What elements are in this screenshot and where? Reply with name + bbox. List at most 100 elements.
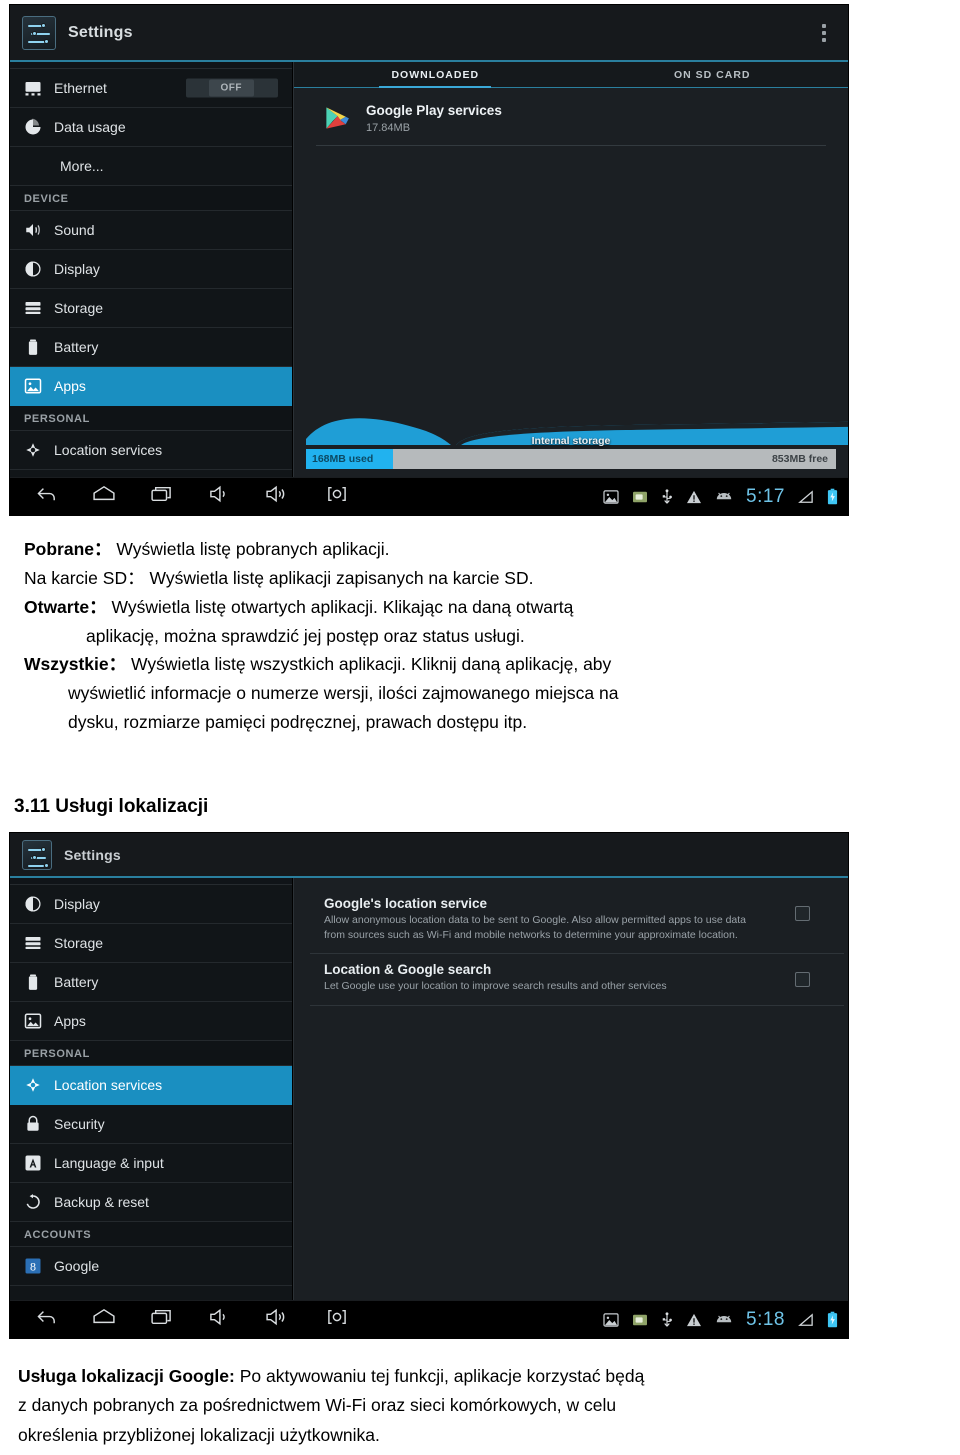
battery-icon xyxy=(24,973,42,991)
sidebar-item-language-input[interactable]: Language & input xyxy=(10,1144,292,1183)
system-navigation-bar: 5:17 xyxy=(10,477,848,515)
paragraph-wszystkie: Wszystkie： Wyświetla listę wszystkich ap… xyxy=(24,652,942,677)
sidebar-item-storage[interactable]: Storage xyxy=(10,924,292,963)
screenshot-icon[interactable] xyxy=(324,1308,350,1331)
sound-icon xyxy=(24,221,42,239)
storage-label: Internal storage xyxy=(531,435,611,447)
back-icon[interactable] xyxy=(36,1308,58,1331)
ethernet-toggle[interactable]: OFF xyxy=(208,79,254,97)
sidebar-item-label: Apps xyxy=(54,1013,86,1029)
battery-icon xyxy=(24,338,42,356)
list-item[interactable]: Google Play services 17.84MB xyxy=(316,94,826,146)
app-title: Settings xyxy=(68,23,133,41)
battery-charging-icon xyxy=(827,488,838,505)
sidebar-item-label: Sound xyxy=(54,222,95,238)
apps-tabs: DOWNLOADED ON SD CARD xyxy=(294,62,848,88)
sidebar-item-google[interactable]: 8 Google xyxy=(10,1247,292,1286)
sidebar-item-label: Display xyxy=(54,896,100,912)
sidebar-item-location-services[interactable]: Location services xyxy=(10,431,292,470)
volume-up-icon[interactable] xyxy=(264,1308,290,1331)
back-icon[interactable] xyxy=(36,485,58,508)
sidebar-item-more[interactable]: More... xyxy=(10,147,292,186)
paragraph-na-karcie-sd: Na karcie SD： Wyświetla listę aplikacji … xyxy=(24,566,942,591)
list-item-location-google-search[interactable]: Location & Google search Let Google use … xyxy=(310,954,844,1006)
storage-free-segment: 853MB free xyxy=(393,453,836,465)
app-size: 17.84MB xyxy=(366,121,411,134)
tab-on-sd-card[interactable]: ON SD CARD xyxy=(668,62,757,87)
home-icon[interactable] xyxy=(92,485,116,508)
sidebar-item-security[interactable]: Security xyxy=(10,1105,292,1144)
sidebar-section-accounts: ACCOUNTS xyxy=(10,1222,292,1247)
image-icon xyxy=(603,489,619,504)
volume-up-icon[interactable] xyxy=(264,485,290,508)
sidebar-item-data-usage[interactable]: Data usage xyxy=(10,108,292,147)
app-title: Settings xyxy=(64,846,121,863)
location-content-pane: Google's location service Allow anonymou… xyxy=(293,878,848,1300)
volume-down-icon[interactable] xyxy=(208,1308,230,1331)
sidebar-item-battery[interactable]: Battery xyxy=(10,963,292,1002)
paragraph-usluga-cont2: określenia przybliżonej lokalizacji użyt… xyxy=(18,1424,380,1445)
google-icon: 8 xyxy=(24,1257,42,1275)
paragraph-otwarte-cont: aplikację, można sprawdzić jej postęp or… xyxy=(86,625,525,646)
android-icon xyxy=(715,1314,733,1326)
sidebar-section-device: DEVICE xyxy=(10,186,292,211)
volume-down-icon[interactable] xyxy=(208,485,230,508)
android-settings-apps-screenshot: Settings Ethernet OFF Data usage More...… xyxy=(10,5,848,515)
sidebar-item-location-services[interactable]: Location services xyxy=(10,1066,292,1105)
screenshot-icon[interactable] xyxy=(324,485,350,508)
list-item-google-location-service[interactable]: Google's location service Allow anonymou… xyxy=(310,888,844,955)
sidebar-section-personal: PERSONAL xyxy=(10,406,292,431)
recents-icon[interactable] xyxy=(150,485,174,508)
sidebar-item-display[interactable]: Display xyxy=(10,885,292,924)
backup-reset-icon xyxy=(24,1193,42,1211)
text-pobrane: Wyświetla listę pobranych aplikacji. xyxy=(111,539,390,559)
text-na-karcie-sd: Wyświetla listę aplikacji zapisanych na … xyxy=(144,567,534,588)
sidebar-item-label: Apps xyxy=(54,378,86,394)
sidebar-scroll-clip xyxy=(10,878,292,885)
android-icon xyxy=(715,491,733,503)
apps-description-text: Pobrane： Wyświetla listę pobranych aplik… xyxy=(24,537,942,739)
ethernet-icon xyxy=(24,79,42,97)
overflow-menu-icon[interactable] xyxy=(822,23,826,42)
sidebar-item-label: Battery xyxy=(54,339,99,355)
google-location-service-checkbox[interactable] xyxy=(795,906,810,921)
settings-sidebar: Ethernet OFF Data usage More... DEVICE S… xyxy=(10,62,293,477)
tab-downloaded[interactable]: DOWNLOADED xyxy=(379,62,491,88)
sidebar-item-apps[interactable]: Apps xyxy=(10,1002,292,1041)
location-icon xyxy=(24,1076,42,1094)
sidebar-item-apps[interactable]: Apps xyxy=(10,367,292,406)
sidebar-item-label: Display xyxy=(54,261,100,277)
recents-icon[interactable] xyxy=(150,1308,174,1331)
usb-icon xyxy=(661,1311,673,1328)
sidebar-item-ethernet[interactable]: Ethernet OFF xyxy=(10,69,292,108)
settings-icon xyxy=(22,15,56,50)
lock-icon xyxy=(24,1115,42,1133)
storage-icon xyxy=(24,934,42,952)
text-usluga-lokalizacji: Po aktywowaniu tej funkcji, aplikacje ko… xyxy=(234,1366,645,1386)
sidebar-item-sound[interactable]: Sound xyxy=(10,211,292,250)
sidebar-item-display[interactable]: Display xyxy=(10,250,292,289)
home-icon[interactable] xyxy=(92,1308,116,1331)
location-settings-list: Google's location service Allow anonymou… xyxy=(294,878,848,1006)
sidebar-item-label: Security xyxy=(54,1116,105,1132)
warning-icon xyxy=(686,490,702,504)
setting-title: Location & Google search xyxy=(324,962,492,978)
sidebar-item-battery[interactable]: Battery xyxy=(10,328,292,367)
sidebar-item-label: Location services xyxy=(54,442,163,458)
sidebar-item-label: Language & input xyxy=(54,1155,164,1171)
sidebar-item-backup-reset[interactable]: Backup & reset xyxy=(10,1183,292,1222)
app-name: Google Play services xyxy=(366,103,502,118)
language-icon xyxy=(24,1154,42,1172)
setting-title: Google's location service xyxy=(324,896,488,911)
setting-description: Let Google use your location to improve … xyxy=(324,980,667,993)
status-icons: 5:17 xyxy=(603,478,838,515)
battery-charging-icon xyxy=(827,1311,838,1328)
storage-used-segment: 168MB used xyxy=(306,449,394,469)
settings-body: Display Storage Battery Apps PERSONAL Lo… xyxy=(10,878,848,1300)
text-otwarte: Wyświetla listę otwartych aplikacji. Kli… xyxy=(106,596,574,617)
status-clock: 5:18 xyxy=(746,1308,785,1330)
location-google-search-checkbox[interactable] xyxy=(795,972,810,988)
sidebar-item-label: Data usage xyxy=(54,119,126,135)
sidebar-item-storage[interactable]: Storage xyxy=(10,289,292,328)
sidebar-item-label: Location services xyxy=(54,1077,163,1093)
